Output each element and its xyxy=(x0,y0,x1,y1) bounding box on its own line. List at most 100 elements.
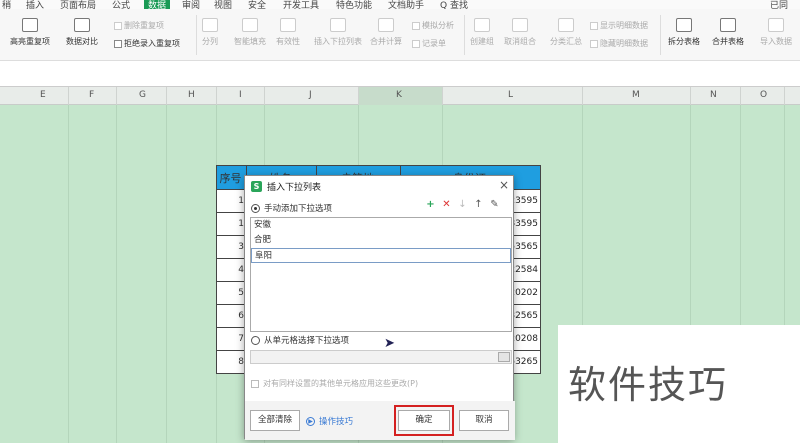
ribbon-divider xyxy=(196,15,197,55)
split-column-button[interactable]: 分列 xyxy=(202,18,218,47)
import-icon xyxy=(768,18,784,32)
column-header-e[interactable]: E xyxy=(40,90,46,100)
column-header-o[interactable]: O xyxy=(760,90,767,100)
cell-option-label: 从单元格选择下拉选项 xyxy=(264,336,350,346)
move-down-icon[interactable]: ↓ xyxy=(457,199,468,210)
menu-item-doc-assistant[interactable]: 文档助手 xyxy=(388,0,424,9)
cell-reference-input[interactable] xyxy=(250,350,512,364)
manual-option-radio[interactable]: 手动添加下拉选项 xyxy=(251,202,332,214)
column-header-n[interactable]: N xyxy=(710,90,717,100)
grid-line xyxy=(166,105,167,443)
wps-logo-icon: S xyxy=(251,180,262,192)
move-up-icon[interactable]: ↑ xyxy=(473,199,484,210)
play-icon: ▶ xyxy=(306,416,315,426)
menu-item-formula[interactable]: 公式 xyxy=(112,0,130,9)
add-icon[interactable]: + xyxy=(425,199,436,210)
dialog-title: 插入下拉列表 xyxy=(267,182,322,193)
column-divider xyxy=(264,87,265,105)
list-item[interactable]: 安徽 xyxy=(251,218,511,233)
menu-item-home[interactable]: 稍 xyxy=(2,0,11,9)
menu-item-data[interactable]: 数据 xyxy=(144,0,171,9)
ok-button[interactable]: 确定 xyxy=(398,410,450,431)
merge-calc-button[interactable]: 合并计算 xyxy=(370,18,402,47)
dropdown-list-icon xyxy=(330,18,346,32)
column-header-h[interactable]: H xyxy=(188,90,195,100)
cell-seq[interactable]: 3 xyxy=(216,235,247,259)
cancel-button[interactable]: 取消 xyxy=(459,410,509,431)
apply-all-checkbox[interactable]: 对有同样设置的其他单元格应用这些更改(P) xyxy=(251,378,418,389)
import-data-button[interactable]: 导入数据 xyxy=(760,18,792,47)
dropdown-options-list[interactable]: 安徽 合肥 阜阳 ➤ xyxy=(250,217,512,351)
column-header-m[interactable]: M xyxy=(632,90,640,100)
column-divider xyxy=(442,87,443,105)
reject-duplicates-button[interactable]: 拒绝录入重复项 xyxy=(114,38,180,49)
ribbon-divider xyxy=(464,15,465,55)
menu-item-security[interactable]: 安全 xyxy=(248,0,266,9)
header-seq[interactable]: 序号 xyxy=(216,165,247,190)
checkbox-icon xyxy=(251,379,259,388)
split-table-icon xyxy=(676,18,692,32)
split-icon xyxy=(202,18,218,32)
menu-item-page-layout[interactable]: 页面布局 xyxy=(60,0,96,9)
manual-option-label: 手动添加下拉选项 xyxy=(264,204,333,214)
clear-all-button[interactable]: 全部清除 xyxy=(250,410,300,431)
cell-seq[interactable]: 8 xyxy=(216,350,247,374)
menu-item-search[interactable]: Q 查找 xyxy=(440,0,468,9)
column-header-f[interactable]: F xyxy=(89,90,94,100)
column-divider xyxy=(690,87,691,105)
cell-seq[interactable]: 5 xyxy=(216,281,247,305)
column-divider xyxy=(68,87,69,105)
highlight-duplicates-button[interactable]: 高亮重复项 xyxy=(10,18,50,47)
delete-icon[interactable]: ✕ xyxy=(441,199,452,210)
merge-table-icon xyxy=(720,18,736,32)
menu-item-features[interactable]: 特色功能 xyxy=(336,0,372,9)
highlight-icon xyxy=(22,18,38,32)
column-header-g[interactable]: G xyxy=(139,90,146,100)
column-header-k[interactable]: K xyxy=(396,90,402,100)
column-header-l[interactable]: L xyxy=(508,90,513,100)
data-compare-button[interactable]: 数据对比 xyxy=(66,18,98,47)
ribbon-divider xyxy=(660,15,661,55)
insert-dropdown-button[interactable]: 插入下拉列表 xyxy=(314,18,362,47)
cell-seq[interactable]: 6 xyxy=(216,304,247,328)
close-icon[interactable]: × xyxy=(499,178,509,192)
subtotal-button[interactable]: 分类汇总 xyxy=(550,18,582,47)
delete-duplicates-button[interactable]: 删除重复项 xyxy=(114,20,164,31)
validity-button[interactable]: 有效性 xyxy=(276,18,300,47)
merge-table-button[interactable]: 合并表格 xyxy=(712,18,744,47)
split-table-button[interactable]: 拆分表格 xyxy=(668,18,700,47)
record-button[interactable]: 记录单 xyxy=(412,38,446,49)
formula-bar[interactable] xyxy=(0,61,800,87)
compare-icon xyxy=(74,18,90,32)
dialog-titlebar[interactable]: S 插入下拉列表 × xyxy=(245,176,515,196)
cell-seq[interactable]: 7 xyxy=(216,327,247,351)
column-header-j[interactable]: J xyxy=(309,90,312,100)
menu-item-insert[interactable]: 插入 xyxy=(26,0,44,9)
smart-fill-button[interactable]: 智能填充 xyxy=(234,18,266,47)
cell-seq[interactable]: 1 xyxy=(216,212,247,236)
menu-item-view[interactable]: 视图 xyxy=(214,0,232,9)
menu-item-developer[interactable]: 开发工具 xyxy=(283,0,319,9)
grid-line xyxy=(68,105,69,443)
cell-option-radio[interactable]: 从单元格选择下拉选项 xyxy=(251,334,349,346)
hide-detail-button[interactable]: 隐藏明细数据 xyxy=(590,38,648,49)
column-divider xyxy=(358,87,359,105)
menu-item-review[interactable]: 审阅 xyxy=(182,0,200,9)
dialog-footer: 全部清除 ▶ 操作技巧 确定 取消 xyxy=(245,401,515,440)
show-detail-button[interactable]: 显示明细数据 xyxy=(590,20,648,31)
range-select-icon[interactable] xyxy=(498,352,510,362)
cell-seq[interactable]: 4 xyxy=(216,258,247,282)
menu-item-sync[interactable]: 已同 xyxy=(770,0,788,9)
cell-seq[interactable]: 1 xyxy=(216,189,247,213)
list-item-selected[interactable]: 阜阳 xyxy=(251,248,511,263)
create-group-button[interactable]: 创建组 xyxy=(470,18,494,47)
delete-icon xyxy=(114,21,122,30)
ungroup-button[interactable]: 取消组合 xyxy=(504,18,536,47)
list-item[interactable]: 合肥 xyxy=(251,233,511,248)
column-divider xyxy=(784,87,785,105)
simulate-button[interactable]: 模拟分析 xyxy=(412,20,454,31)
radio-checked-icon xyxy=(251,203,260,213)
edit-icon[interactable]: ✎ xyxy=(489,199,500,210)
tips-link[interactable]: ▶ 操作技巧 xyxy=(306,415,353,427)
column-header-i[interactable]: I xyxy=(239,90,242,100)
